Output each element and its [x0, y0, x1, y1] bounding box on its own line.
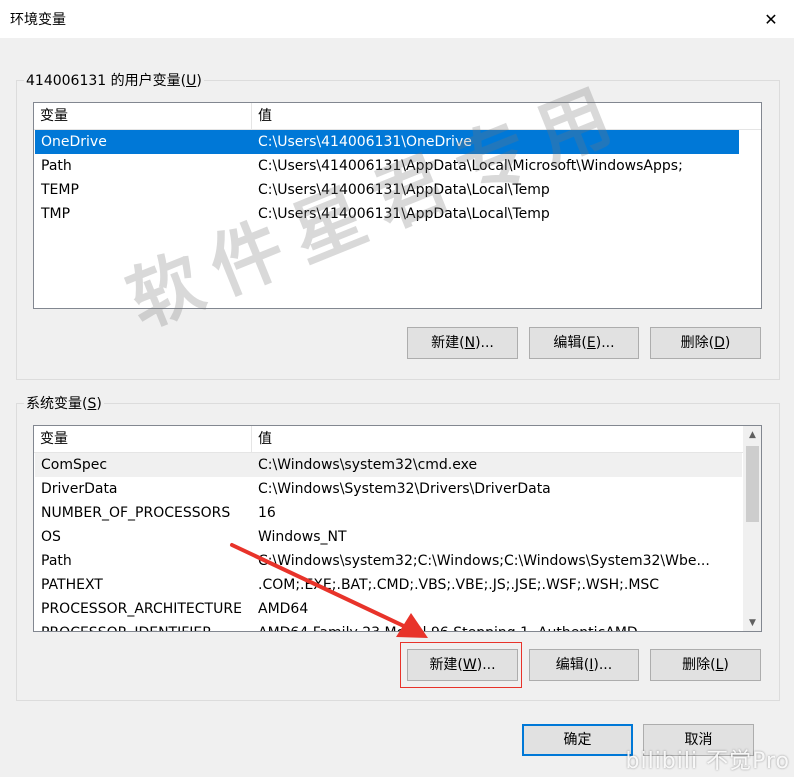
cancel-button[interactable]: 取消	[643, 724, 754, 756]
list-item[interactable]: NUMBER_OF_PROCESSORS 16	[35, 501, 742, 525]
variable-name: OneDrive	[41, 134, 107, 150]
list-item[interactable]: Path C:\Windows\system32;C:\Windows;C:\W…	[35, 549, 742, 573]
scroll-up-icon[interactable]: ▲	[744, 426, 761, 443]
column-header-value[interactable]: 值	[252, 103, 761, 129]
variable-value: AMD64 Family 23 Model 96 Stepping 1, Aut…	[258, 621, 638, 631]
list-item[interactable]: TEMP C:\Users\414006131\AppData\Local\Te…	[35, 178, 739, 202]
variable-name: PROCESSOR_IDENTIFIER	[41, 621, 212, 631]
list-item[interactable]: ComSpec C:\Windows\system32\cmd.exe	[35, 453, 742, 477]
column-header-variable[interactable]: 变量	[34, 426, 252, 452]
system-new-button[interactable]: 新建(W)...	[407, 649, 518, 681]
user-variables-list[interactable]: 变量 值 OneDrive C:\Users\414006131\OneDriv…	[33, 102, 762, 309]
variable-value: C:\Users\414006131\AppData\Local\Microso…	[258, 158, 683, 174]
list-header: 变量 值	[34, 103, 761, 130]
list-header: 变量 值	[34, 426, 743, 453]
variable-value: C:\Users\414006131\AppData\Local\Temp	[258, 206, 550, 222]
variable-value: C:\Users\414006131\AppData\Local\Temp	[258, 182, 550, 198]
system-delete-button[interactable]: 删除(L)	[650, 649, 761, 681]
variable-value: C:\Windows\system32\cmd.exe	[258, 457, 478, 473]
title-bar: 环境变量 ✕	[0, 0, 794, 38]
list-item[interactable]: PROCESSOR_IDENTIFIER AMD64 Family 23 Mod…	[35, 621, 742, 631]
variable-value: 16	[258, 505, 276, 521]
variable-value: C:\Users\414006131\OneDrive	[258, 134, 472, 150]
user-variables-label: 414006131 的用户变量(U)	[24, 70, 204, 90]
list-item[interactable]: PATHEXT .COM;.EXE;.BAT;.CMD;.VBS;.VBE;.J…	[35, 573, 742, 597]
variable-name: TEMP	[41, 182, 79, 198]
variable-name: ComSpec	[41, 457, 108, 473]
variable-name: PATHEXT	[41, 577, 103, 593]
variable-name: DriverData	[41, 481, 118, 497]
user-delete-button[interactable]: 删除(D)	[650, 327, 761, 359]
scrollbar-thumb[interactable]	[746, 446, 759, 522]
list-item[interactable]: TMP C:\Users\414006131\AppData\Local\Tem…	[35, 202, 739, 226]
list-item[interactable]: OS Windows_NT	[35, 525, 742, 549]
close-button[interactable]: ✕	[748, 0, 794, 38]
variable-value: .COM;.EXE;.BAT;.CMD;.VBS;.VBE;.JS;.JSE;.…	[258, 577, 660, 593]
column-header-value[interactable]: 值	[252, 426, 743, 452]
variable-value: C:\Windows\system32;C:\Windows;C:\Window…	[258, 553, 710, 569]
scroll-down-icon[interactable]: ▼	[744, 614, 761, 631]
variable-name: Path	[41, 158, 72, 174]
user-new-button[interactable]: 新建(N)...	[407, 327, 518, 359]
variable-name: TMP	[41, 206, 71, 222]
list-item[interactable]: DriverData C:\Windows\System32\Drivers\D…	[35, 477, 742, 501]
variable-name: OS	[41, 529, 61, 545]
variable-value: Windows_NT	[258, 529, 347, 545]
list-item[interactable]: OneDrive C:\Users\414006131\OneDrive	[35, 130, 739, 154]
user-edit-button[interactable]: 编辑(E)...	[529, 327, 639, 359]
variable-value: AMD64	[258, 601, 309, 617]
vertical-scrollbar[interactable]: ▲ ▼	[743, 426, 761, 631]
system-edit-button[interactable]: 编辑(I)...	[529, 649, 639, 681]
ok-button[interactable]: 确定	[522, 724, 633, 756]
variable-name: NUMBER_OF_PROCESSORS	[41, 505, 231, 521]
variable-value: C:\Windows\System32\Drivers\DriverData	[258, 481, 551, 497]
system-variables-label: 系统变量(S)	[24, 393, 104, 413]
close-icon: ✕	[764, 9, 778, 29]
variable-name: Path	[41, 553, 72, 569]
window-title: 环境变量	[10, 12, 66, 28]
variable-name: PROCESSOR_ARCHITECTURE	[41, 601, 242, 617]
list-item[interactable]: Path C:\Users\414006131\AppData\Local\Mi…	[35, 154, 739, 178]
column-header-variable[interactable]: 变量	[34, 103, 252, 129]
list-item[interactable]: PROCESSOR_ARCHITECTURE AMD64	[35, 597, 742, 621]
system-variables-list[interactable]: 变量 值 ComSpec C:\Windows\system32\cmd.exe…	[33, 425, 762, 632]
